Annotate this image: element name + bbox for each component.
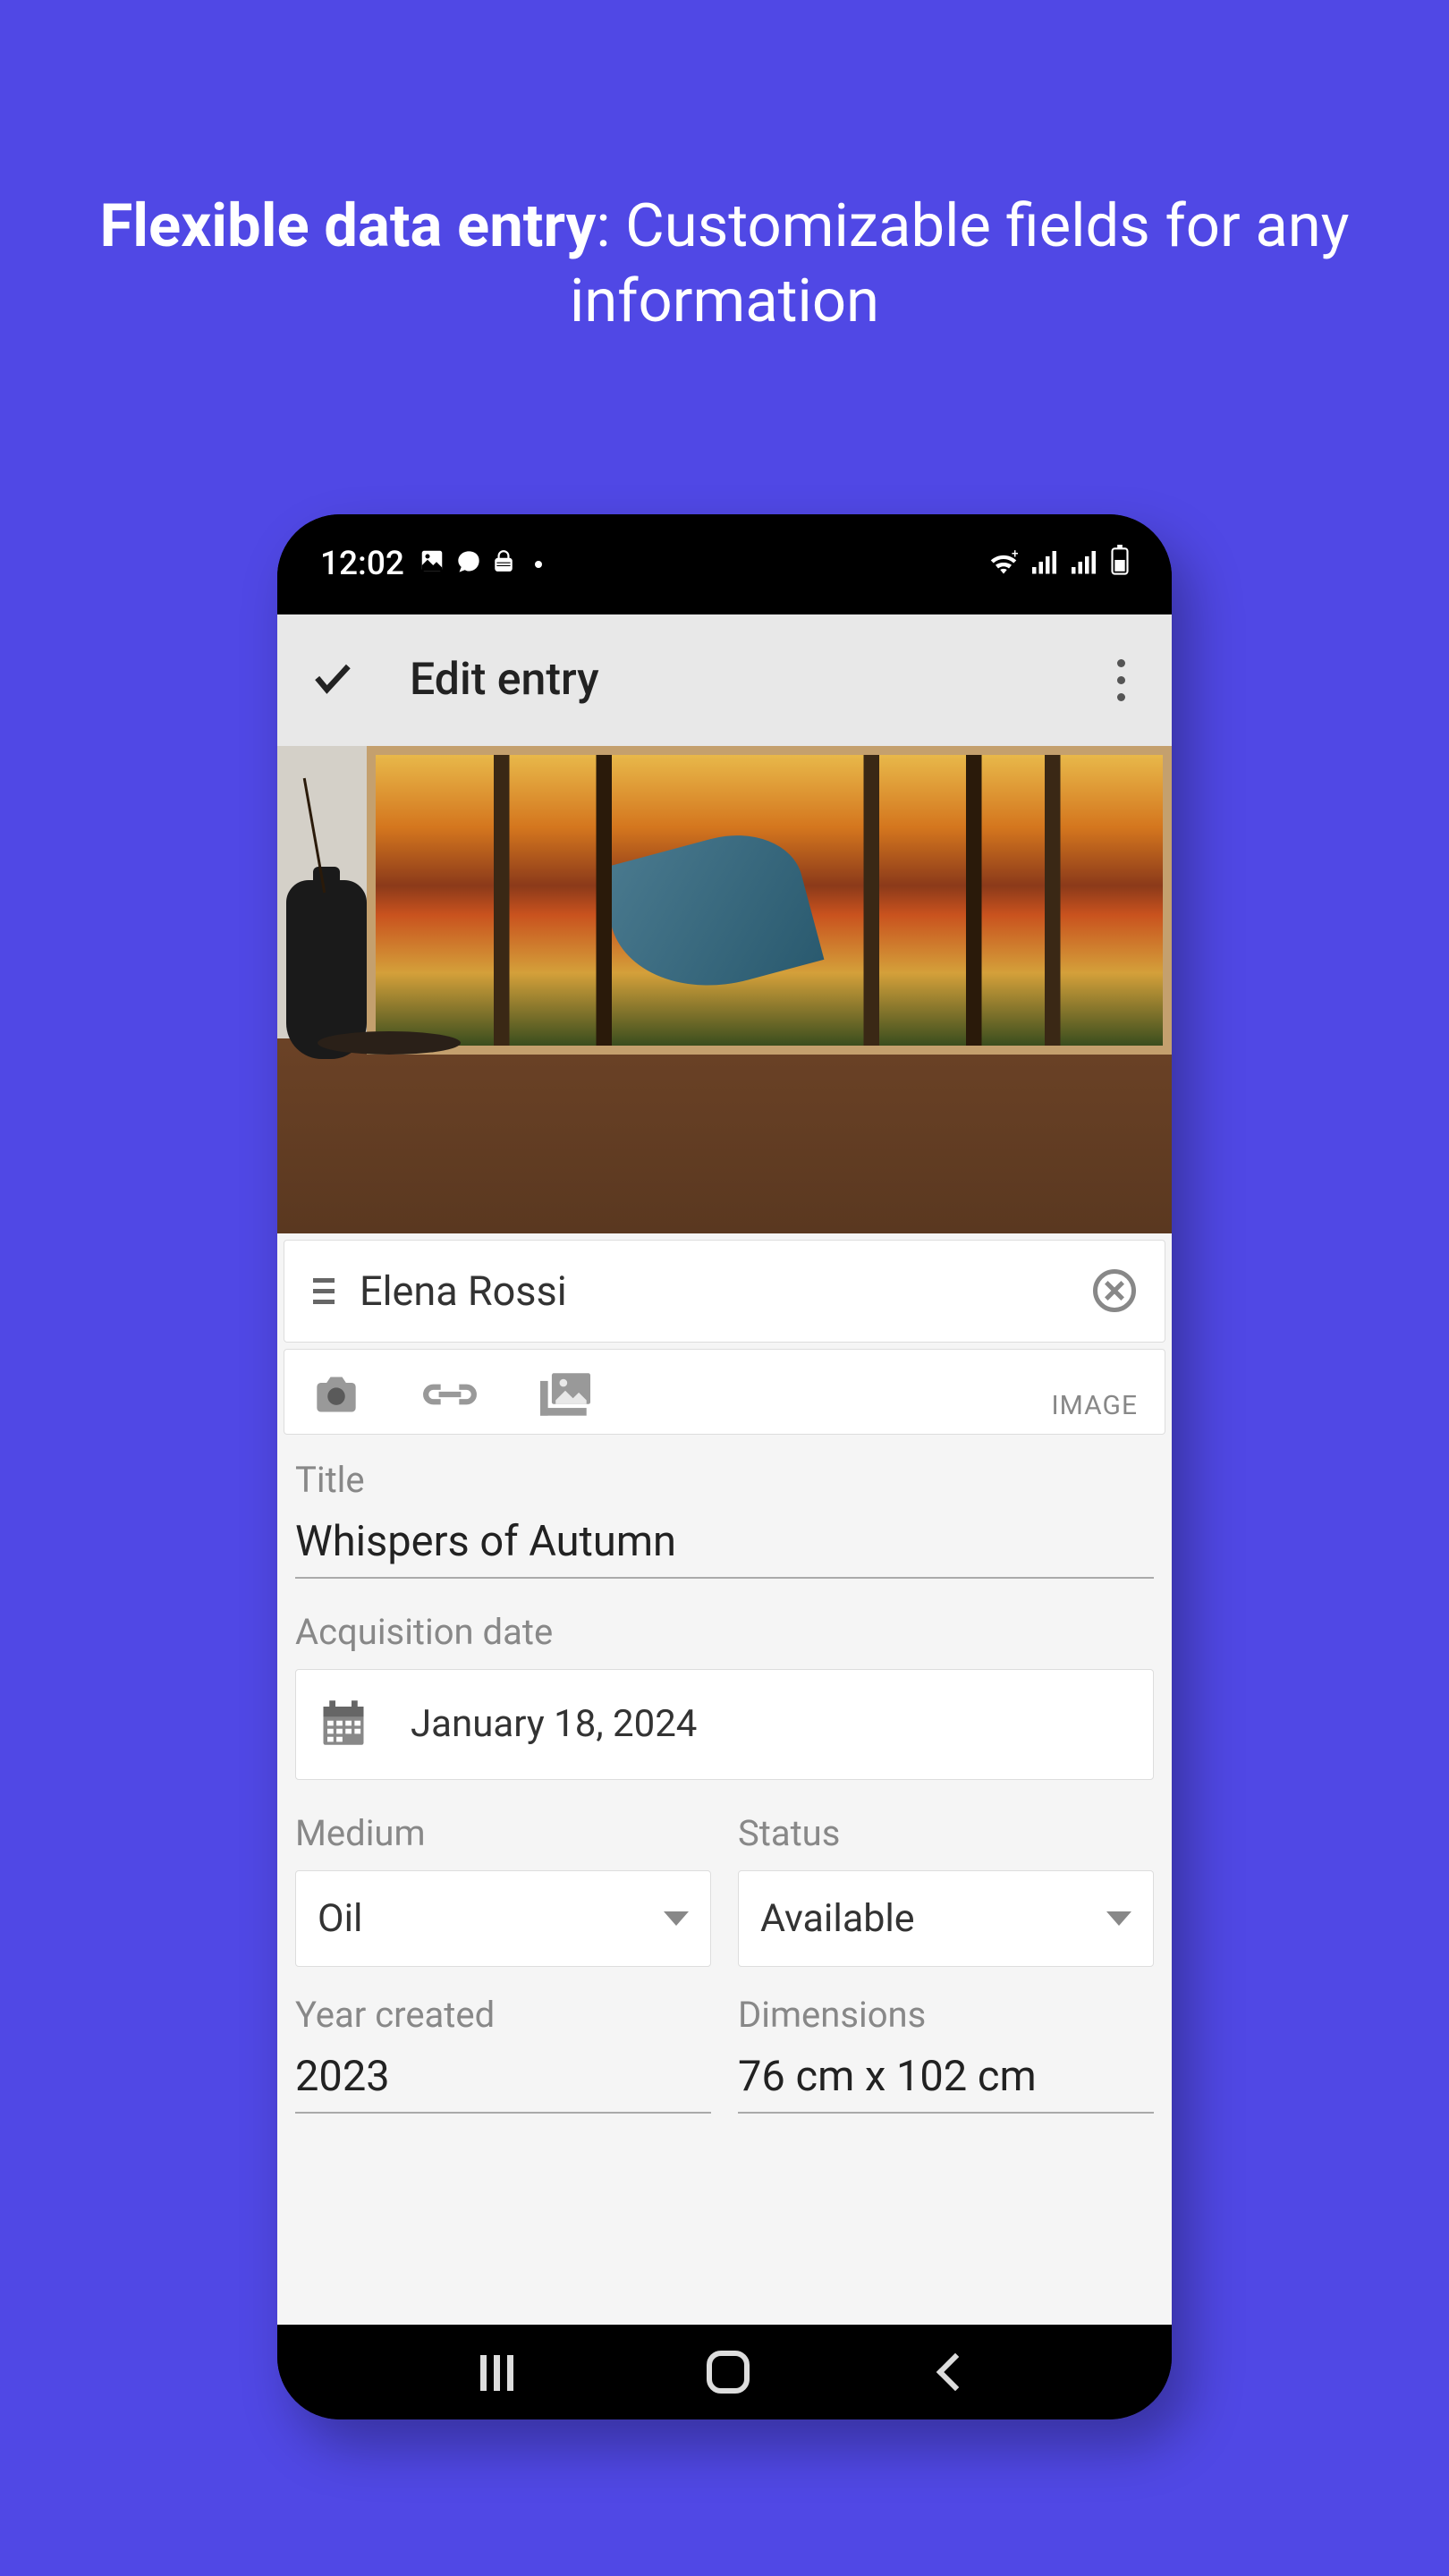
back-button[interactable]	[936, 2352, 973, 2390]
acquisition-date-label: Acquisition date	[295, 1611, 1154, 1653]
media-card: IMAGE	[284, 1349, 1165, 1435]
status-select[interactable]: Available	[738, 1870, 1154, 1967]
medium-value: Oil	[318, 1896, 363, 1941]
link-icon[interactable]	[422, 1380, 478, 1412]
signal-1-icon	[1032, 545, 1059, 583]
content-area: Elena Rossi IMAGE Title	[277, 746, 1172, 2325]
status-label: Status	[738, 1812, 1154, 1854]
lock-notification-icon	[492, 545, 515, 583]
screen-title: Edit entry	[410, 654, 1063, 706]
status-time: 12:02	[320, 545, 404, 583]
svg-text:+: +	[1012, 549, 1019, 562]
app-header: Edit entry	[277, 614, 1172, 746]
medium-select[interactable]: Oil	[295, 1870, 711, 1967]
artist-name[interactable]: Elena Rossi	[360, 1267, 1068, 1315]
acquisition-date-field[interactable]: January 18, 2024	[295, 1669, 1154, 1780]
home-button[interactable]	[707, 2351, 750, 2394]
camera-icon[interactable]	[313, 1375, 360, 1418]
year-created-input[interactable]	[295, 2052, 711, 2114]
confirm-icon[interactable]	[309, 655, 356, 705]
calendar-icon	[319, 1699, 368, 1750]
chevron-down-icon	[664, 1911, 689, 1926]
clear-icon[interactable]	[1093, 1269, 1136, 1312]
chevron-down-icon	[1106, 1911, 1131, 1926]
battery-icon	[1111, 545, 1129, 584]
medium-label: Medium	[295, 1812, 711, 1854]
promo-headline: Flexible data entry: Customizable fields…	[0, 190, 1449, 340]
gallery-icon[interactable]	[540, 1373, 590, 1419]
entry-image[interactable]	[277, 746, 1172, 1233]
status-value: Available	[760, 1896, 915, 1941]
dimensions-input[interactable]	[738, 2052, 1154, 2114]
status-bar: 12:02 +	[277, 514, 1172, 614]
dot-indicator	[535, 561, 542, 568]
signal-2-icon	[1072, 545, 1098, 583]
wifi-icon: +	[987, 545, 1020, 583]
artist-card: Elena Rossi	[284, 1240, 1165, 1343]
chat-notification-icon	[456, 545, 481, 583]
recent-apps-button[interactable]	[480, 2355, 514, 2389]
title-label: Title	[295, 1459, 1154, 1501]
list-icon[interactable]	[313, 1278, 335, 1304]
title-input[interactable]	[295, 1517, 1154, 1579]
year-created-label: Year created	[295, 1994, 711, 2036]
dimensions-label: Dimensions	[738, 1994, 1154, 2036]
android-nav-bar	[277, 2325, 1172, 2419]
image-notification-icon	[419, 545, 445, 583]
image-label: IMAGE	[1051, 1390, 1138, 1421]
phone-frame: 12:02 +	[277, 514, 1172, 2419]
more-options-icon[interactable]	[1117, 659, 1140, 701]
acquisition-date-value: January 18, 2024	[411, 1702, 697, 1746]
